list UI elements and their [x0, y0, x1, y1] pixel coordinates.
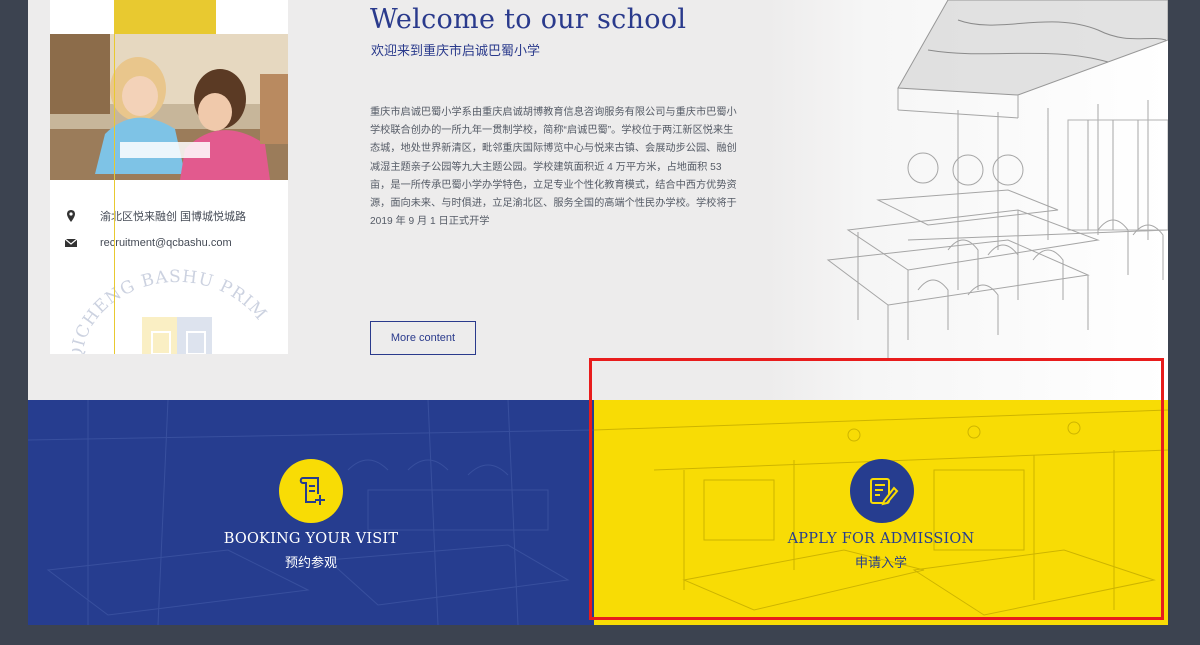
contact-address-text: 渝北区悦来融创 国博城悦城路	[100, 211, 247, 223]
welcome-title: Welcome to our school	[370, 4, 687, 35]
envelope-icon	[64, 238, 78, 247]
scroll-plus-icon	[299, 477, 325, 505]
contact-address-row: 渝北区悦来融创 国博城悦城路	[64, 208, 246, 224]
booking-visit-panel[interactable]: BOOKING YOUR VISIT 预约参观	[28, 400, 594, 625]
children-reading-photo	[50, 34, 288, 180]
school-info-card: 渝北区悦来融创 国博城悦城路 recruitment@qcbashu.com Q…	[50, 0, 288, 354]
panel-icon-circle	[279, 459, 343, 523]
card-accent-line	[114, 34, 115, 354]
panel-icon-circle	[850, 459, 914, 523]
school-intro-paragraph: 重庆市启诚巴蜀小学系由重庆启诚胡博教育信息咨询服务有限公司与重庆市巴蜀小学校联合…	[370, 107, 737, 228]
welcome-subtitle: 欢迎来到重庆市启诚巴蜀小学	[371, 43, 541, 58]
location-pin-icon	[67, 210, 75, 222]
card-accent-tab	[114, 0, 216, 34]
apply-admission-subtitle: 申请入学	[854, 555, 907, 570]
document-edit-icon	[870, 478, 899, 506]
school-crest-watermark: QICHENG BASHU PRIM	[72, 267, 270, 354]
more-content-button[interactable]: More content	[370, 321, 476, 355]
classroom-sketch-image	[768, 0, 1168, 400]
contact-email-row: recruitment@qcbashu.com	[64, 236, 232, 250]
apply-admission-title: APPLY FOR ADMISSION	[787, 531, 975, 547]
page-frame: 渝北区悦来融创 国博城悦城路 recruitment@qcbashu.com Q…	[28, 0, 1168, 625]
booking-visit-subtitle: 预约参观	[284, 555, 337, 570]
booking-visit-title: BOOKING YOUR VISIT	[223, 531, 399, 547]
contact-email-link[interactable]: recruitment@qcbashu.com	[100, 237, 232, 249]
apply-admission-panel[interactable]: APPLY FOR ADMISSION 申请入学	[594, 400, 1168, 625]
